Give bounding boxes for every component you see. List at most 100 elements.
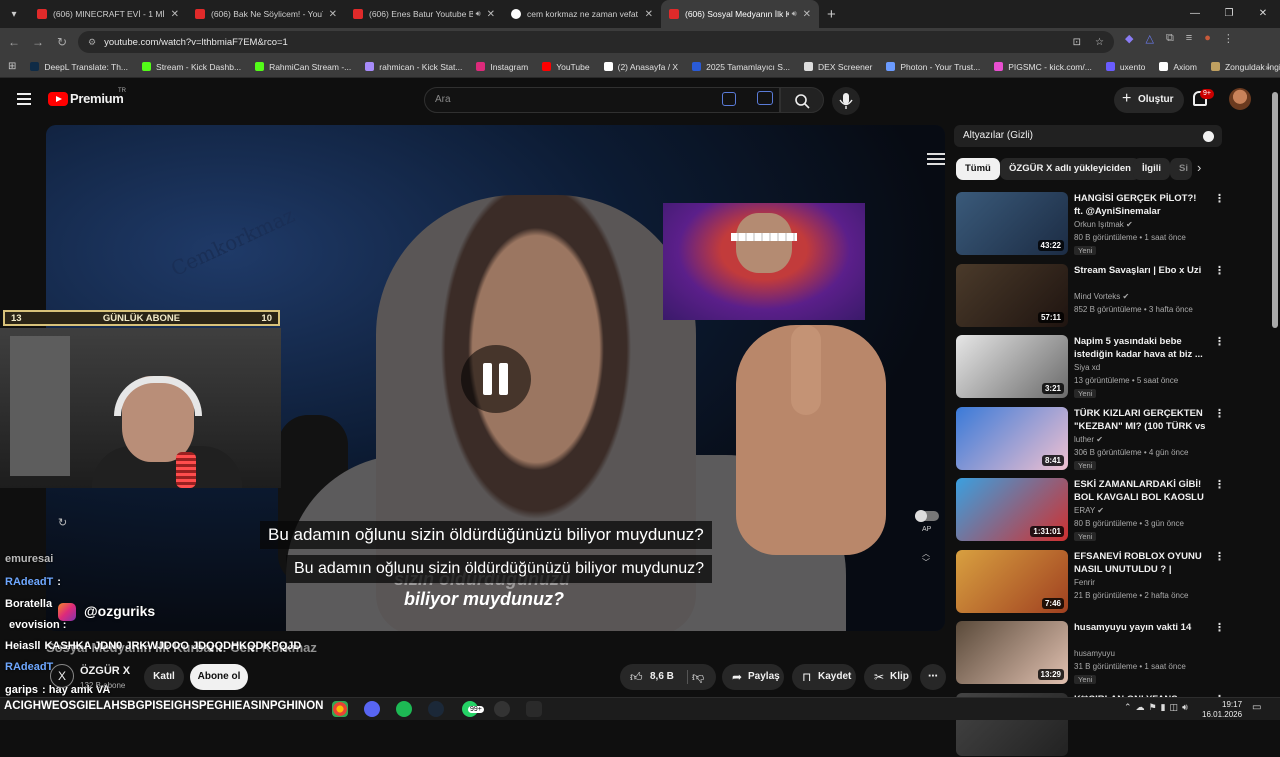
system-tray[interactable]: ⌃☁⚑▮◫🔊︎: [1124, 702, 1192, 713]
video-title[interactable]: Stream Savaşları | Ebo x Uzi: [1074, 264, 1208, 277]
filter-chip[interactable]: İlgili: [1133, 158, 1170, 180]
more-options-icon[interactable]: ⋮: [1214, 478, 1225, 491]
extensions-puzzle-icon[interactable]: ⧉: [1166, 32, 1174, 45]
chrome-taskbar-icon[interactable]: [332, 701, 348, 717]
extension-icon[interactable]: △: [1145, 32, 1153, 45]
chrome-menu-icon[interactable]: ⋮: [1223, 32, 1234, 45]
tab-search-button[interactable]: ▾: [3, 3, 25, 25]
bookmark-item[interactable]: YouTube: [542, 62, 590, 72]
video-title[interactable]: TÜRK KIZLARI GERÇEKTEN "KEZBAN" MI? (100…: [1074, 407, 1208, 433]
extension-icon[interactable]: ◆: [1125, 32, 1133, 45]
discord-taskbar-icon[interactable]: [364, 701, 380, 717]
filter-chip[interactable]: Tümü: [956, 158, 1000, 180]
audio-playing-icon[interactable]: 🔊︎: [476, 9, 481, 19]
video-channel[interactable]: Fenrir: [1074, 578, 1095, 587]
recommended-video[interactable]: 43:22 HANGİSİ GERÇEK PİLOT?! ft. @AyniSin…: [956, 192, 1225, 256]
bookmark-item[interactable]: (2) Anasayfa / X: [603, 62, 678, 72]
recommended-video[interactable]: 57:11 Stream Savaşları | Ebo x Uzi Mind Vo…: [956, 263, 1225, 328]
video-channel[interactable]: husamyuyu: [1074, 649, 1115, 658]
site-info-icon[interactable]: ⚙: [88, 37, 96, 48]
minimize-button[interactable]: —: [1178, 0, 1212, 28]
video-title[interactable]: EFSANEVİ ROBLOX OYUNU NASIL UNUTULDU ? |…: [1074, 550, 1208, 576]
thumbs-down-icon[interactable]: 👎︎: [692, 664, 704, 690]
more-options-icon[interactable]: ⋮: [1214, 335, 1225, 348]
address-bar[interactable]: ⚙ youtube.com/watch?v=lthbmiaF7EM&rco=1 …: [78, 31, 1114, 53]
video-channel[interactable]: ERAY ✔: [1074, 506, 1104, 515]
autoplay-toggle[interactable]: [915, 510, 939, 522]
chevron-down-icon[interactable]: [1203, 131, 1214, 142]
profile-avatar-icon[interactable]: ●: [1204, 32, 1211, 45]
new-tab-button[interactable]: +: [827, 6, 836, 23]
bookmark-item[interactable]: PIGSMC - kick.com/...: [994, 62, 1092, 72]
video-thumbnail[interactable]: 13:29: [956, 621, 1068, 684]
more-actions-button[interactable]: ⋯: [920, 664, 946, 690]
browser-tab[interactable]: cem korkmaz ne zaman vefat e ✕: [503, 0, 661, 28]
video-thumbnail[interactable]: 43:22: [956, 192, 1068, 255]
audio-playing-icon[interactable]: 🔊︎: [792, 9, 797, 19]
video-title[interactable]: HANGİSİ GERÇEK PİLOT?! ft. @AyniSinemala…: [1074, 192, 1208, 218]
recommended-video[interactable]: 3:21 Napim 5 yasındaki bebe istediğin kad…: [956, 335, 1225, 399]
video-channel[interactable]: Orkun Işıtmak ✔: [1074, 220, 1133, 229]
search-button[interactable]: [780, 87, 824, 113]
close-tab-icon[interactable]: ✕: [329, 9, 337, 20]
video-title[interactable]: Napim 5 yasındaki bebe istediğin kadar h…: [1074, 335, 1208, 361]
bookmark-item[interactable]: Photon - Your Trust...: [886, 62, 980, 72]
recommended-video[interactable]: 7:46 EFSANEVİ ROBLOX OYUNU NASIL UNUTULDU…: [956, 549, 1225, 614]
bookmark-item[interactable]: uxento: [1105, 62, 1145, 72]
back-button[interactable]: ←: [2, 35, 26, 49]
refresh-icon[interactable]: ↻: [58, 516, 67, 529]
menu-icon[interactable]: [17, 93, 31, 105]
recommended-video[interactable]: 13:29 husamyuyu yayın vakti 14 husamyuyu 31…: [956, 621, 1225, 685]
video-channel[interactable]: Siya xd: [1074, 363, 1100, 372]
more-options-icon[interactable]: ⋮: [1214, 264, 1225, 277]
reload-button[interactable]: ↻: [50, 35, 74, 49]
more-options-icon[interactable]: ⋮: [1214, 407, 1225, 420]
bookmark-item[interactable]: Axiom: [1159, 62, 1197, 72]
account-avatar[interactable]: [1229, 88, 1251, 110]
video-thumbnail[interactable]: 8:41: [956, 406, 1068, 470]
more-options-icon[interactable]: ⋮: [1214, 550, 1225, 563]
close-window-button[interactable]: ✕: [1246, 0, 1280, 28]
video-thumbnail[interactable]: 1:31:01: [956, 478, 1068, 541]
keyboard-icon[interactable]: [722, 92, 736, 106]
bookmark-item[interactable]: 2025 Tamamlayıcı S...: [692, 62, 790, 72]
bookmark-item[interactable]: DeepL Translate: Th...: [30, 62, 128, 72]
video-thumbnail[interactable]: 3:21: [956, 335, 1068, 398]
bookmark-item[interactable]: Instagram: [476, 62, 528, 72]
clip-button[interactable]: ✂ Klip: [864, 664, 912, 690]
filter-chip[interactable]: ÖZGÜR X adlı yükleyiciden: [1000, 158, 1140, 180]
join-button[interactable]: Katıl: [144, 664, 184, 690]
youtube-logo-icon[interactable]: [48, 92, 68, 106]
video-thumbnail[interactable]: 7:46: [956, 549, 1068, 613]
chevron-up-down-icon[interactable]: ︿ ﹀: [922, 549, 930, 567]
maximize-button[interactable]: ❐: [1212, 0, 1246, 28]
clock[interactable]: 19:17 16.01.2026: [1202, 700, 1242, 720]
forward-button[interactable]: →: [26, 35, 50, 49]
video-title[interactable]: ESKİ ZAMANLARDAKİ GİBİ! BOL KAVGALI BOL …: [1074, 478, 1208, 504]
filter-chip[interactable]: Si: [1170, 158, 1192, 180]
bookmark-item[interactable]: Stream - Kick Dashb...: [142, 62, 241, 72]
create-button[interactable]: Oluştur: [1114, 86, 1184, 113]
brand-label[interactable]: Premium: [70, 91, 124, 106]
browser-tab[interactable]: (606) Bak Ne Söylicem! - YouTu ✕: [187, 0, 345, 28]
browser-tab[interactable]: (606) Enes Batur Youtube B 🔊︎ ✕: [345, 0, 503, 28]
close-tab-icon[interactable]: ✕: [171, 9, 179, 20]
video-thumbnail[interactable]: 57:11: [956, 263, 1068, 327]
apps-icon[interactable]: ⊞: [8, 61, 16, 72]
video-channel[interactable]: Mind Vorteks ✔: [1074, 292, 1129, 301]
video-title[interactable]: husamyuyu yayın vakti 14: [1074, 621, 1208, 634]
save-button[interactable]: ⊓ Kaydet: [792, 664, 856, 690]
recommended-video[interactable]: 8:41 TÜRK KIZLARI GERÇEKTEN "KEZBAN" MI? …: [956, 406, 1225, 471]
bookmark-item[interactable]: DEX Screener: [804, 62, 872, 72]
video-menu-icon[interactable]: [927, 153, 945, 165]
page-scrollbar[interactable]: [1272, 92, 1278, 328]
more-options-icon[interactable]: ⋮: [1214, 192, 1225, 205]
browser-tab[interactable]: (606) Sosyal Medyanın İlk K 🔊︎ ✕: [661, 0, 819, 28]
chevron-right-icon[interactable]: ›: [1197, 160, 1201, 175]
more-options-icon[interactable]: ⋮: [1214, 621, 1225, 634]
obs-taskbar-icon[interactable]: [494, 701, 510, 717]
recommended-video[interactable]: 1:31:01 ESKİ ZAMANLARDAKİ GİBİ! BOL KAVGA…: [956, 478, 1225, 542]
channel-avatar[interactable]: X: [50, 664, 74, 688]
epic-games-taskbar-icon[interactable]: [526, 701, 542, 717]
subtitles-panel[interactable]: Altyazılar (Gizli): [954, 125, 1222, 147]
